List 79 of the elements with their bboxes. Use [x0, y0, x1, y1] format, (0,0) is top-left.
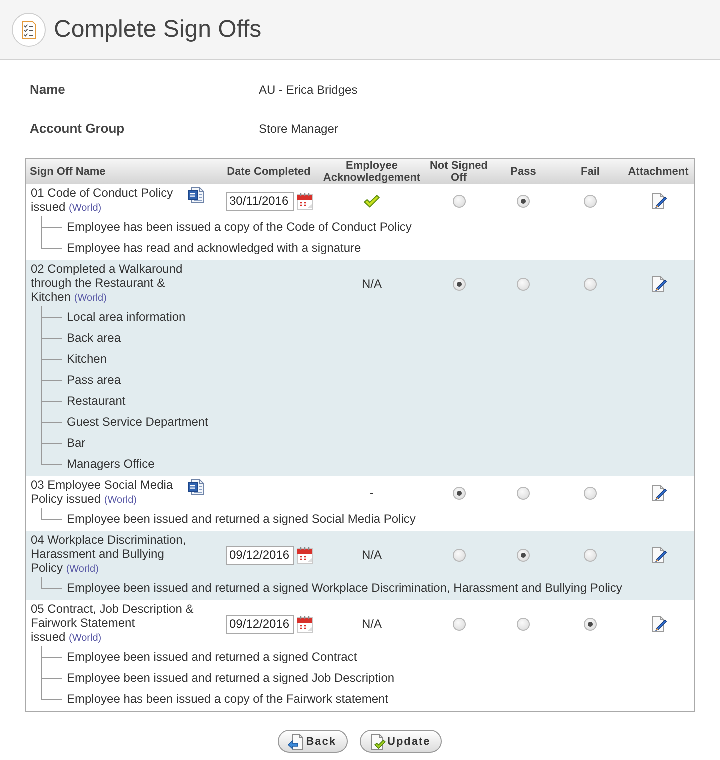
radio-button[interactable]: [452, 486, 466, 500]
field-label: Name: [30, 82, 66, 97]
tree-connector: [41, 432, 62, 453]
tree-connector: [41, 667, 62, 688]
field-value: Store Manager: [259, 122, 338, 136]
radio-button[interactable]: [584, 486, 597, 500]
checklist-item: Local area information: [67, 310, 186, 324]
column-header: Employee Acknowledgement: [322, 160, 422, 184]
checklist-item: Kitchen: [67, 352, 108, 366]
checklist-item: Employee been issued and returned a signed Social Media Policy: [67, 512, 416, 526]
acknowledgement-value: N/A: [362, 277, 382, 291]
radio-button[interactable]: [452, 618, 466, 630]
radio-button[interactable]: [584, 618, 597, 630]
date-field[interactable]: 30/11/2016: [226, 192, 294, 210]
tree-connector: [41, 306, 62, 327]
checklist-item: Guest Service Department: [67, 414, 208, 428]
signoff-title: 05 Contract, Job Description & Fairwork Statement issued (World): [31, 602, 195, 646]
checklist-item: Managers Office: [67, 456, 155, 470]
checklist-item: Back area: [67, 330, 122, 344]
column-header: Sign Off Name: [29, 166, 106, 178]
date-field[interactable]: 09/12/2016: [226, 546, 294, 564]
acknowledgement-value: N/A: [362, 617, 382, 631]
checklist-item: Employee has been issued a copy of the Code of Conduct Policy: [67, 220, 412, 234]
document-pencil-icon[interactable]: [650, 276, 666, 292]
radio-button[interactable]: [517, 486, 530, 500]
acknowledgement-value: -: [370, 486, 374, 500]
radio-button[interactable]: [452, 548, 466, 562]
acknowledgement-value: N/A: [362, 548, 382, 562]
checklist-icon: [12, 12, 46, 46]
tree-connector: [41, 348, 62, 369]
document-pencil-icon[interactable]: [650, 547, 666, 563]
column-header: Pass: [510, 166, 536, 178]
date-field[interactable]: 09/12/2016: [226, 614, 294, 634]
page-title: Complete Sign Offs: [54, 14, 262, 44]
field-label: Account Group: [30, 121, 125, 136]
radio-button[interactable]: [517, 194, 530, 208]
document-icon[interactable]: [188, 479, 204, 495]
document-arrow-icon: [288, 734, 304, 750]
document-pencil-icon[interactable]: [650, 485, 666, 501]
tree-connector: [41, 327, 62, 348]
update-button[interactable]: Update: [360, 730, 442, 753]
checklist-item: Employee been issued and returned a signed Contract: [67, 650, 358, 664]
tree-connector: [41, 646, 62, 667]
radio-button[interactable]: [452, 278, 466, 290]
checklist-item: Employee has been issued a copy of the Fairwork statement: [67, 692, 389, 706]
radio-button[interactable]: [452, 194, 466, 208]
checklist-item: Pass area: [67, 372, 122, 386]
radio-button[interactable]: [584, 194, 597, 208]
signoff-title: 04 Workplace Discrimination, Harassment and Bullying Policy (World): [31, 533, 188, 577]
calendar-icon[interactable]: [296, 616, 312, 632]
document-icon[interactable]: [188, 187, 204, 203]
tree-connector: [41, 369, 62, 390]
signoff-title: 03 Employee Social Media Policy issued (World): [31, 478, 174, 508]
radio-button[interactable]: [517, 278, 530, 290]
tree-connector: [41, 216, 62, 237]
signoff-title: 01 Code of Conduct Policy issued (World): [31, 186, 174, 216]
document-pencil-icon[interactable]: [650, 193, 666, 209]
document-pencil-icon[interactable]: [650, 616, 666, 632]
checklist-item: Employee been issued and returned a signed Workplace Discrimination, Harassment and Bullying Policy: [67, 580, 622, 594]
calendar-icon[interactable]: [296, 192, 312, 210]
radio-button[interactable]: [584, 278, 597, 290]
document-check-icon: [370, 734, 386, 750]
column-header: Attachment: [628, 166, 689, 178]
column-header: Fail: [581, 166, 600, 178]
column-header: Not Signed Off: [429, 160, 489, 184]
radio-button[interactable]: [517, 618, 530, 630]
checklist-item: Bar: [67, 436, 86, 450]
checklist-item: Employee has read and acknowledged with a signature: [67, 240, 362, 254]
tree-connector: [41, 411, 62, 432]
column-header: Date Completed: [227, 166, 311, 178]
checklist-item: Employee been issued and returned a signed Job Description: [67, 670, 395, 684]
signoff-title: 02 Completed a Walkaround through the Restaurant & Kitchen (World): [31, 262, 184, 306]
calendar-icon[interactable]: [296, 546, 312, 564]
checklist-item: Restaurant: [67, 394, 126, 408]
tree-connector: [41, 390, 62, 411]
field-value: AU - Erica Bridges: [259, 82, 358, 96]
radio-button[interactable]: [584, 548, 597, 562]
back-button[interactable]: Back: [278, 730, 348, 753]
radio-button[interactable]: [517, 548, 530, 562]
